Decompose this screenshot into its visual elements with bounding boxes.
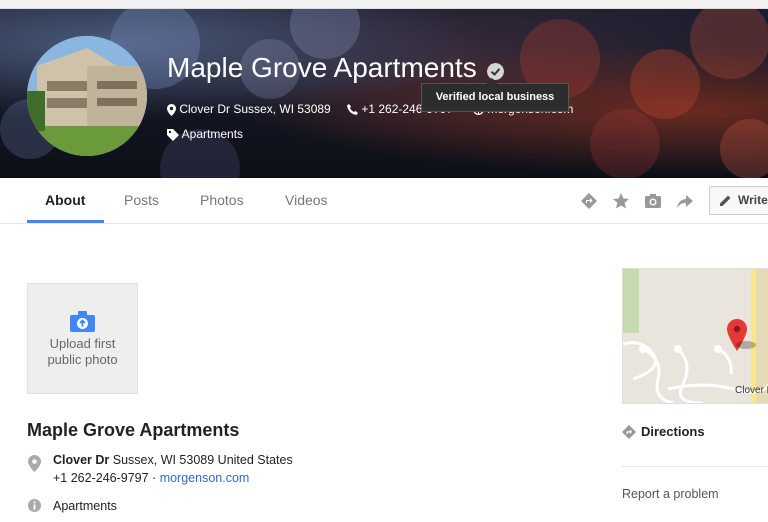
tab-bar: About Posts Photos Videos Write bbox=[0, 178, 768, 224]
map-graphic bbox=[623, 269, 768, 403]
write-review-button[interactable]: Write bbox=[709, 186, 768, 215]
browser-top-strip bbox=[0, 0, 768, 9]
upload-photo-tile[interactable]: Upload first public photo bbox=[27, 283, 138, 394]
tab-posts[interactable]: Posts bbox=[124, 192, 159, 208]
page-title: Maple Grove Apartments bbox=[167, 52, 477, 83]
map-street-label: Clover D bbox=[735, 385, 768, 396]
apartment-photo bbox=[27, 36, 147, 156]
contact-separator: · bbox=[148, 471, 160, 485]
business-website-link[interactable]: morgenson.com bbox=[160, 471, 250, 485]
bokeh-light bbox=[720, 119, 768, 178]
business-address: Clover Dr Sussex, WI 53089 United States bbox=[53, 453, 293, 467]
camera-icon[interactable] bbox=[644, 192, 662, 210]
business-phone[interactable]: +1 262-246-9797 bbox=[53, 471, 149, 485]
share-icon[interactable] bbox=[676, 192, 694, 210]
business-avatar[interactable] bbox=[27, 36, 147, 156]
header-category[interactable]: Apartments bbox=[167, 127, 243, 141]
verified-tooltip: Verified local business bbox=[421, 78, 569, 112]
info-icon bbox=[28, 499, 41, 512]
bokeh-light bbox=[590, 109, 660, 178]
star-icon[interactable] bbox=[612, 192, 630, 210]
directions-link[interactable]: Directions bbox=[622, 424, 705, 439]
divider bbox=[622, 466, 768, 467]
upload-photo-label: Upload first public photo bbox=[28, 336, 137, 368]
location-pin-icon bbox=[28, 455, 41, 472]
directions-icon bbox=[622, 424, 636, 439]
tab-about[interactable]: About bbox=[45, 192, 85, 208]
map-thumbnail[interactable]: Clover D bbox=[622, 268, 768, 404]
business-contact: +1 262-246-9797 · morgenson.com bbox=[53, 471, 249, 485]
address-rest: Sussex, WI 53089 United States bbox=[109, 453, 293, 467]
phone-icon bbox=[347, 104, 358, 116]
write-button-label: Write bbox=[738, 193, 768, 207]
upload-label-line-1: Upload first bbox=[49, 336, 116, 351]
active-tab-indicator bbox=[27, 220, 104, 223]
address-street: Clover Dr bbox=[53, 453, 110, 467]
directions-label: Directions bbox=[641, 424, 705, 439]
header-address[interactable]: Clover Dr Sussex, WI 53089 bbox=[167, 102, 331, 116]
directions-icon[interactable] bbox=[580, 192, 598, 210]
upload-label-line-2: public photo bbox=[47, 352, 118, 367]
location-pin-icon bbox=[167, 103, 176, 116]
tab-videos[interactable]: Videos bbox=[285, 192, 328, 208]
bokeh-light bbox=[630, 49, 700, 119]
bokeh-light bbox=[690, 9, 768, 79]
business-category: Apartments bbox=[53, 499, 117, 513]
business-name: Maple Grove Apartments bbox=[27, 420, 240, 440]
camera-upload-icon bbox=[70, 311, 95, 332]
tag-icon bbox=[167, 128, 179, 141]
pencil-icon bbox=[720, 195, 731, 206]
header-address-text: Clover Dr Sussex, WI 53089 bbox=[179, 102, 331, 116]
header-category-text: Apartments bbox=[181, 127, 244, 141]
tab-photos[interactable]: Photos bbox=[200, 192, 244, 208]
report-problem-link[interactable]: Report a problem bbox=[622, 487, 719, 501]
